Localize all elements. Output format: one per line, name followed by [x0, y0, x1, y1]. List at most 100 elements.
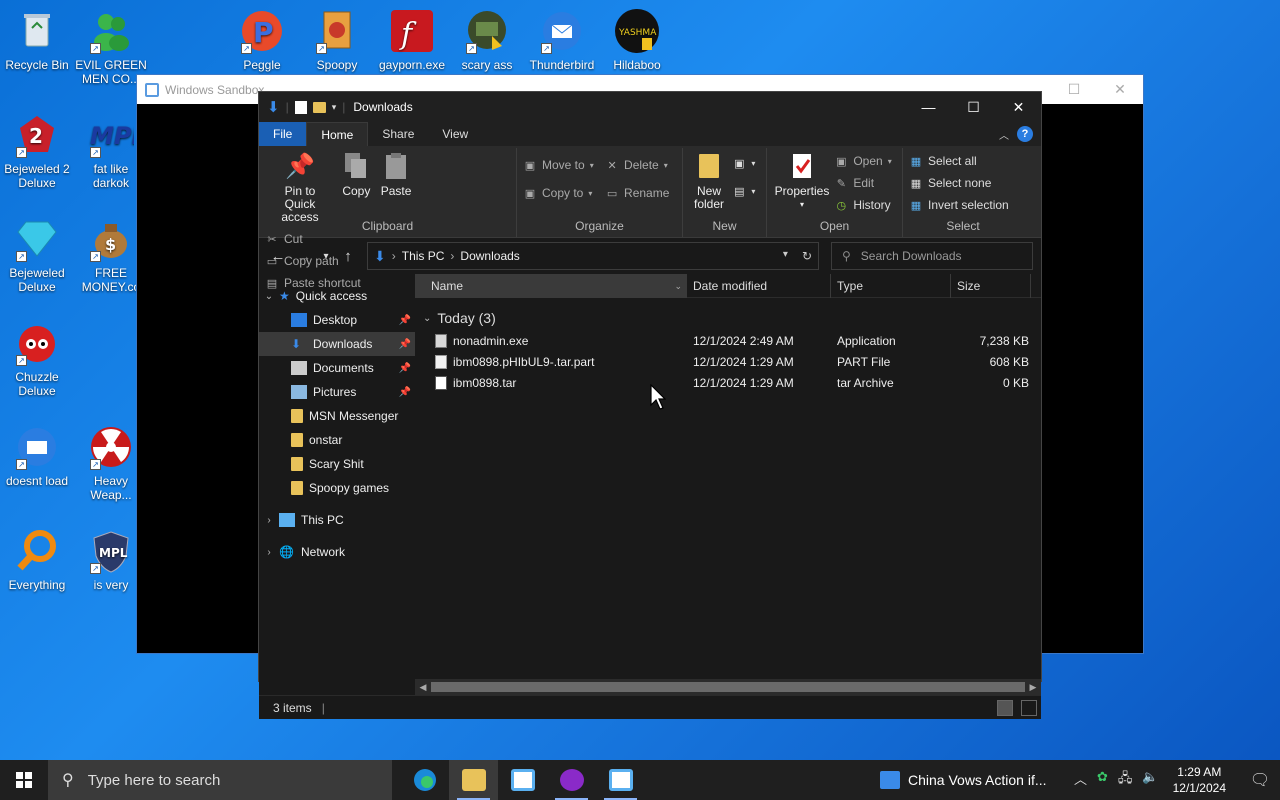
refresh-icon[interactable]: ↻ — [802, 249, 812, 263]
select-all-button[interactable]: ▦ Select all — [909, 152, 1009, 170]
select-none-button[interactable]: ▦ Select none — [909, 174, 1009, 192]
desktop-icon-doesnt-load[interactable]: ↗ doesnt load — [0, 424, 74, 488]
tab-file[interactable]: File — [259, 122, 307, 146]
invert-selection-button[interactable]: ▦ Invert selection — [909, 196, 1009, 214]
news-widget[interactable]: China Vows Action if... — [880, 760, 1047, 800]
desktop-icon-peggle[interactable]: P ↗ Peggle — [225, 8, 299, 72]
new-item-button[interactable]: ▣ ▾ — [732, 154, 755, 172]
nav-item-documents[interactable]: Documents 📌 — [259, 356, 415, 380]
new-folder-button[interactable]: New folder — [689, 148, 729, 213]
group-header-today[interactable]: ⌄ Today (3) — [415, 306, 1041, 330]
taskbar-file-explorer[interactable] — [449, 760, 498, 800]
column-size[interactable]: Size — [951, 273, 1031, 298]
paste-button[interactable]: Paste — [378, 148, 415, 200]
collapse-ribbon-icon[interactable]: ︿ — [999, 127, 1009, 142]
properties-check-icon[interactable] — [294, 100, 307, 114]
volume-icon[interactable]: 🔈 — [1142, 769, 1158, 791]
nav-item-scary-shit[interactable]: Scary Shit — [259, 452, 415, 476]
rename-button[interactable]: ▭ Rename — [605, 184, 670, 202]
notifications-icon[interactable]: 🗨 — [1240, 760, 1280, 800]
properties-button[interactable]: Properties ▾ — [773, 148, 831, 213]
desktop-icon-thunderbird[interactable]: ↗ Thunderbird — [525, 8, 599, 72]
details-view-icon[interactable] — [997, 699, 1013, 716]
new-folder-quick-icon[interactable] — [312, 101, 326, 113]
divider: | — [342, 100, 346, 114]
nav-item-desktop[interactable]: Desktop 📌 — [259, 308, 415, 332]
taskbar-sandbox-1[interactable] — [498, 760, 547, 800]
open-button[interactable]: ▣ Open ▾ — [834, 152, 892, 170]
delete-button[interactable]: ✕ Delete ▾ — [605, 156, 669, 174]
copy-to-button[interactable]: ▣ Copy to ▾ — [523, 184, 594, 202]
clock[interactable]: 1:29 AM 12/1/2024 — [1173, 764, 1226, 796]
desktop-icon-everything[interactable]: Everything — [0, 528, 74, 592]
column-date-modified[interactable]: Date modified — [687, 273, 831, 298]
expand-chevron-icon[interactable]: › — [259, 515, 279, 526]
nav-item-downloads[interactable]: ⬇ Downloads 📌 — [259, 332, 415, 356]
breadcrumb-this-pc[interactable]: This PC — [402, 249, 445, 263]
breadcrumb-downloads[interactable]: Downloads — [460, 249, 519, 263]
sandbox-maximize-button[interactable]: ☐ — [1051, 75, 1097, 104]
desktop-icon-hildaboo[interactable]: YASHMA Hildaboo — [600, 8, 674, 72]
network-icon[interactable]: 🖧 — [1118, 769, 1133, 791]
large-icons-view-icon[interactable] — [1021, 699, 1037, 716]
file-row[interactable]: ibm0898.tar 12/1/2024 1:29 AM tar Archiv… — [415, 372, 1041, 393]
nav-network[interactable]: › 🌐 Network — [259, 540, 415, 564]
easy-access-button[interactable]: ▤ ▾ — [732, 182, 755, 200]
desktop-icon-recycle-bin[interactable]: Recycle Bin — [0, 8, 74, 72]
copy-button[interactable]: Copy — [338, 148, 374, 200]
tab-home[interactable]: Home — [306, 122, 369, 146]
taskbar-edge[interactable] — [400, 760, 449, 800]
taskbar-app-purple[interactable] — [547, 760, 596, 800]
explorer-titlebar[interactable]: ⬇ | ▾ | Downloads — ☐ ✕ — [259, 92, 1041, 122]
move-to-button[interactable]: ▣ Move to ▾ — [523, 156, 594, 174]
organize-col-2: ✕ Delete ▾ ▭ Rename — [605, 148, 670, 202]
scroll-right-icon[interactable]: ▶ — [1025, 682, 1041, 693]
scroll-left-icon[interactable]: ◀ — [415, 682, 431, 693]
desktop-icon-bejeweled-2[interactable]: 2 ↗ Bejeweled 2 Deluxe — [0, 112, 74, 190]
desktop-icon-spoopy[interactable]: ↗ Spoopy — [300, 8, 374, 72]
edit-button[interactable]: ✎ Edit — [834, 174, 891, 192]
copy-path-button[interactable]: ▭ Copy path — [265, 252, 361, 270]
nav-item-pictures[interactable]: Pictures 📌 — [259, 380, 415, 404]
scrollbar-thumb[interactable] — [431, 682, 1025, 692]
search-icon: ⚲ — [62, 772, 74, 789]
nav-quick-access[interactable]: ⌄ ★ Quick access — [259, 284, 415, 308]
search-box[interactable]: ⚲ Search Downloads — [831, 242, 1033, 270]
horizontal-scrollbar[interactable]: ◀ ▶ — [415, 679, 1041, 695]
desktop-icon-label: gayporn.exe — [378, 58, 446, 72]
start-button[interactable] — [0, 760, 48, 800]
address-dropdown-icon[interactable]: ▾ — [783, 249, 788, 263]
column-name[interactable]: Name ⌄ — [415, 273, 687, 298]
customize-dropdown-icon[interactable]: ▾ — [332, 102, 337, 113]
expand-chevron-icon[interactable]: ⌄ — [259, 291, 279, 302]
desktop-icon-chuzzle[interactable]: ↗ Chuzzle Deluxe — [0, 320, 74, 398]
nav-item-spoopy-games[interactable]: Spoopy games — [259, 476, 415, 500]
address-bar[interactable]: ⬇ › This PC › Downloads ▾ ↻ — [367, 242, 819, 270]
taskbar-sandbox-2[interactable] — [596, 760, 645, 800]
expand-chevron-icon[interactable]: › — [259, 547, 279, 558]
nav-item-msn-messenger[interactable]: MSN Messenger — [259, 404, 415, 428]
tab-share[interactable]: Share — [368, 122, 428, 146]
maximize-button[interactable]: ☐ — [951, 92, 996, 122]
history-button[interactable]: ◷ History — [834, 196, 891, 214]
pin-to-quick-access-button[interactable]: 📌 Pin to Quick access — [265, 148, 335, 226]
file-row[interactable]: nonadmin.exe 12/1/2024 2:49 AM Applicati… — [415, 330, 1041, 351]
desktop-icon-gayporn-exe[interactable]: f gayporn.exe — [375, 8, 449, 72]
close-button[interactable]: ✕ — [996, 92, 1041, 122]
chevron-down-icon[interactable]: ⌄ — [674, 274, 682, 298]
help-icon[interactable]: ? — [1017, 126, 1033, 142]
taskbar-search[interactable]: ⚲ Type here to search — [48, 760, 392, 800]
desktop-icon-bejeweled-deluxe[interactable]: ↗ Bejeweled Deluxe — [0, 216, 74, 294]
tab-view[interactable]: View — [428, 122, 482, 146]
sandbox-close-button[interactable]: ✕ — [1097, 75, 1143, 104]
tray-app-icon[interactable]: ✿ — [1097, 769, 1108, 791]
file-row[interactable]: ibm0898.pHIbUL9-.tar.part 12/1/2024 1:29… — [415, 351, 1041, 372]
minimize-button[interactable]: — — [906, 92, 951, 122]
show-hidden-icons-icon[interactable]: ︿ — [1074, 769, 1087, 791]
pin-icon: 📌 — [398, 314, 411, 326]
column-type[interactable]: Type — [831, 273, 951, 298]
nav-item-onstar[interactable]: onstar — [259, 428, 415, 452]
desktop-icon-scary-ass[interactable]: ↗ scary ass — [450, 8, 524, 72]
collapse-chevron-icon[interactable]: ⌄ — [423, 313, 431, 324]
nav-this-pc[interactable]: › This PC — [259, 508, 415, 532]
